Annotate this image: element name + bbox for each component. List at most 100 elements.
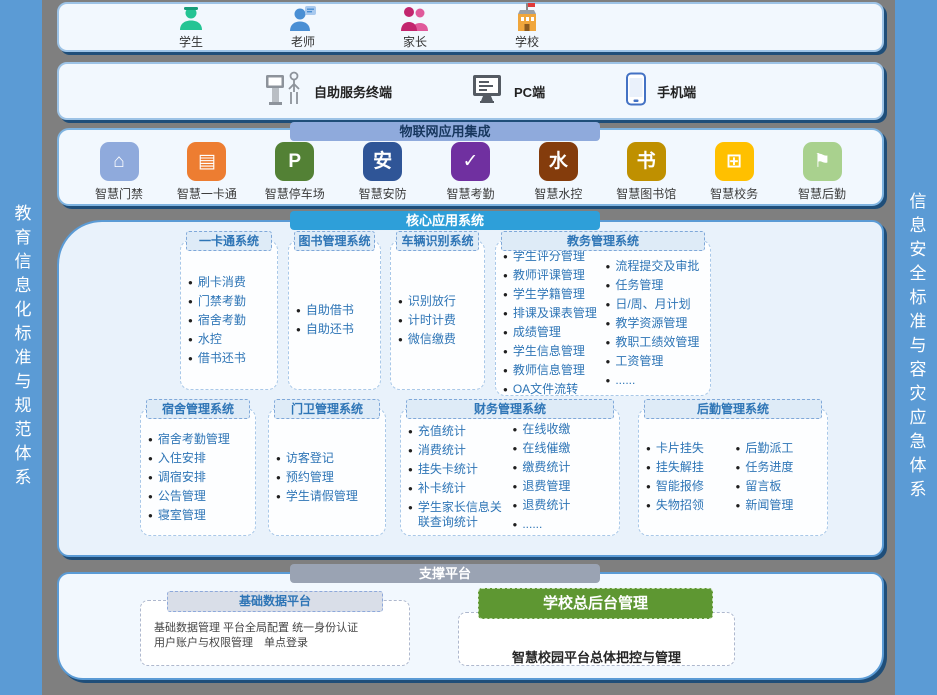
base-feature-line: 基础数据管理 平台全局配置 统一身份认证 xyxy=(154,621,409,636)
iot-module: 书 智慧图书馆 xyxy=(608,142,684,202)
feature-label: 自助借书 xyxy=(306,303,354,318)
feature-label: 任务管理 xyxy=(615,278,663,293)
parents-icon xyxy=(400,4,430,32)
left-pillar-label: 教育信息化标准与规范体系 xyxy=(13,204,30,492)
bullet-icon: ● xyxy=(513,425,518,437)
feature-item: ●在线催缴 xyxy=(513,441,616,456)
feature-label: 退费管理 xyxy=(522,479,570,494)
teacher-icon xyxy=(288,4,318,32)
user-school: 学校 xyxy=(495,4,559,50)
feature-item: ●学生请假管理 xyxy=(276,489,381,504)
iot-module-icon: 水 xyxy=(539,142,578,181)
bullet-icon: ● xyxy=(513,463,518,475)
feature-label: 留言板 xyxy=(745,479,781,494)
terminals-panel: 自助服务终端 PC端 手机端 xyxy=(57,62,884,120)
bullet-icon: ● xyxy=(503,347,508,359)
bullet-icon: ● xyxy=(408,484,413,496)
terminal-label: 自助服务终端 xyxy=(314,82,392,101)
bullet-icon: ● xyxy=(408,446,413,458)
iot-module-icon: 书 xyxy=(627,142,666,181)
feature-label: 计时计费 xyxy=(408,313,456,328)
feature-item: ●入住安排 xyxy=(148,451,251,466)
support-section-header: 支撑平台 xyxy=(290,564,600,583)
feature-item: ●自助还书 xyxy=(296,322,376,337)
pc-icon xyxy=(472,74,504,109)
bullet-icon: ● xyxy=(736,463,741,475)
feature-item: ● 教职工绩效管理 xyxy=(606,335,707,350)
feature-item: ●访客登记 xyxy=(276,451,381,466)
feature-item: ●教师信息管理 xyxy=(503,363,604,378)
subsystem-feature-list: ●识别放行●计时计费●微信缴费 xyxy=(391,241,484,389)
subsystem-title: 后勤管理系统 xyxy=(644,399,822,419)
feature-label: 宿舍考勤管理 xyxy=(158,432,230,447)
feature-item: ●失物招领 xyxy=(646,498,734,513)
iot-module-glyph: 安 xyxy=(373,152,392,171)
terminal-kiosk: 自助服务终端 xyxy=(264,70,392,113)
iot-module-glyph: ⌂ xyxy=(113,152,124,171)
feature-label: 借书还书 xyxy=(198,351,246,366)
bullet-icon: ● xyxy=(606,319,611,331)
bullet-icon: ● xyxy=(646,482,651,494)
subsystem-feature-list: ●卡片挂失●挂失解挂●智能报修●失物招领●后勤派工●任务进度●留言板●新闻管理 xyxy=(639,409,827,535)
subsystem-feature-list: ●学生评分管理●教师评课管理●学生学籍管理●排课及课表管理●成绩管理●学生信息管… xyxy=(496,241,710,395)
feature-label: 智能报修 xyxy=(656,479,704,494)
feature-label: 日/周、月计划 xyxy=(615,297,690,312)
subsystem-feature-list: ●自助借书●自助还书 xyxy=(289,241,380,389)
core-section-header: 核心应用系统 xyxy=(290,211,600,230)
feature-item: ● 宿舍考勤管理 xyxy=(148,432,251,447)
iot-module-glyph: 水 xyxy=(549,152,568,171)
feature-label: 学生评分管理 xyxy=(513,249,585,264)
bullet-icon: ● xyxy=(606,300,611,312)
feature-label: 挂失解挂 xyxy=(656,460,704,475)
feature-label: 失物招领 xyxy=(656,498,704,513)
feature-label: 新闻管理 xyxy=(745,498,793,513)
bullet-icon: ● xyxy=(503,252,508,264)
subsystem-title: 教务管理系统 xyxy=(501,231,705,251)
bullet-icon: ● xyxy=(408,427,413,439)
feature-item: ●水控 xyxy=(188,332,273,347)
bullet-icon: ● xyxy=(148,435,153,447)
feature-item: ●后勤派工 xyxy=(736,441,824,456)
feature-label: 学生家长信息关联查询统计 xyxy=(418,500,511,530)
bullet-icon: ● xyxy=(148,473,153,485)
feature-item: ●刷卡消费 xyxy=(188,275,273,290)
bullet-icon: ● xyxy=(606,262,611,274)
iot-module-glyph: ✓ xyxy=(463,152,479,171)
feature-label: 任务进度 xyxy=(745,460,793,475)
feature-label: ...... xyxy=(615,373,635,388)
iot-module-glyph: ▤ xyxy=(198,152,216,171)
feature-label: 预约管理 xyxy=(286,470,334,485)
iot-module-label: 智慧后勤 xyxy=(798,185,846,202)
feature-label: 工资管理 xyxy=(615,354,663,369)
school-icon xyxy=(513,4,541,32)
feature-label: 水控 xyxy=(198,332,222,347)
kiosk-icon xyxy=(264,70,304,113)
feature-item: ●教师评课管理 xyxy=(503,268,604,283)
iot-module-icon: ▤ xyxy=(187,142,226,181)
feature-item: ●挂失解挂 xyxy=(646,460,734,475)
iot-module: ⚑ 智慧后勤 xyxy=(784,142,860,202)
user-label: 学校 xyxy=(515,33,539,50)
feature-item: ●寝室管理 xyxy=(148,508,251,523)
feature-item: ●退费管理 xyxy=(513,479,616,494)
feature-item: ●识别放行 xyxy=(398,294,480,309)
feature-item: ●计时计费 xyxy=(398,313,480,328)
iot-module-icon: ⚑ xyxy=(803,142,842,181)
terminal-label: PC端 xyxy=(514,82,545,101)
bullet-icon: ● xyxy=(398,297,403,309)
bullet-icon: ● xyxy=(276,473,281,485)
bullet-icon: ● xyxy=(148,492,153,504)
subsystem-library: 图书管理系统 ●自助借书●自助还书 xyxy=(288,240,381,390)
feature-label: 学生请假管理 xyxy=(286,489,358,504)
iot-module-icon: 安 xyxy=(363,142,402,181)
feature-label: 教职工绩效管理 xyxy=(615,335,699,350)
bullet-icon: ● xyxy=(646,444,651,456)
feature-item: ●退费统计 xyxy=(513,498,616,513)
feature-label: 卡片挂失 xyxy=(656,441,704,456)
subsystem-title: 门卫管理系统 xyxy=(274,399,380,419)
right-pillar-label: 信息安全标准与容灾应急体系 xyxy=(908,192,925,504)
bullet-icon: ● xyxy=(606,338,611,350)
bullet-icon: ● xyxy=(188,354,193,366)
user-parents: 家长 xyxy=(383,4,447,50)
feature-item: ●学生信息管理 xyxy=(503,344,604,359)
